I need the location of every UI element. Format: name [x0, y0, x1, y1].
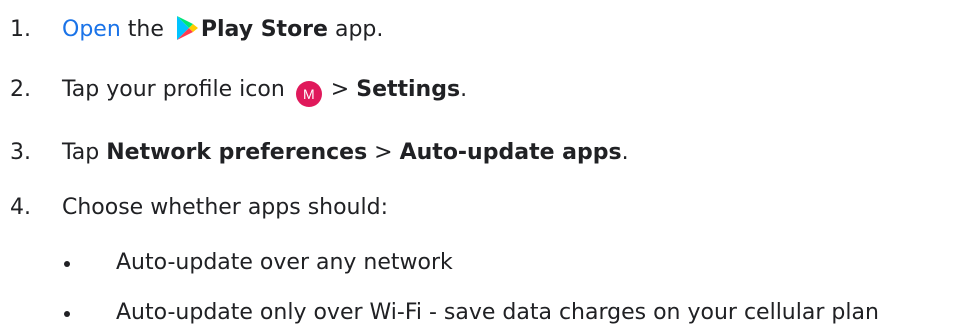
- play-store-icon: [176, 16, 198, 40]
- bullet-icon: [64, 311, 70, 317]
- step-text: Open the Play Store app.: [62, 15, 383, 45]
- step-text: Choose whether apps should:: [62, 195, 388, 220]
- step-text-part: Tap: [62, 140, 107, 165]
- step-text-part: app.: [327, 17, 384, 42]
- step-text-part: .: [621, 140, 629, 165]
- auto-update-apps-label: Auto-update apps: [399, 140, 622, 165]
- profile-avatar-icon: M: [295, 81, 322, 107]
- step-number: 3.: [10, 140, 31, 165]
- settings-label: Settings: [356, 77, 461, 102]
- step-number: 2.: [10, 77, 31, 102]
- step-text-part: .: [460, 77, 468, 102]
- step-number: 1.: [10, 17, 31, 42]
- step-text-part: >: [323, 77, 357, 102]
- play-store-label: Play Store: [200, 17, 328, 42]
- bullet-text: Auto-update over any network: [116, 250, 453, 275]
- bullet-text: Auto-update only over Wi-Fi - save data …: [116, 300, 879, 325]
- step-text-part: the: [120, 17, 164, 42]
- step-text-part: >: [367, 140, 400, 165]
- step-text: Tap Network preferences > Auto-update ap…: [62, 138, 629, 168]
- step-text: Tap your profile icon M > Settings.: [62, 75, 467, 107]
- bullet-icon: [64, 261, 70, 267]
- open-link[interactable]: Open: [62, 17, 121, 42]
- network-preferences-label: Network preferences: [106, 140, 368, 165]
- step-text-part: Tap your profile icon: [62, 77, 285, 102]
- step-number: 4.: [10, 195, 31, 220]
